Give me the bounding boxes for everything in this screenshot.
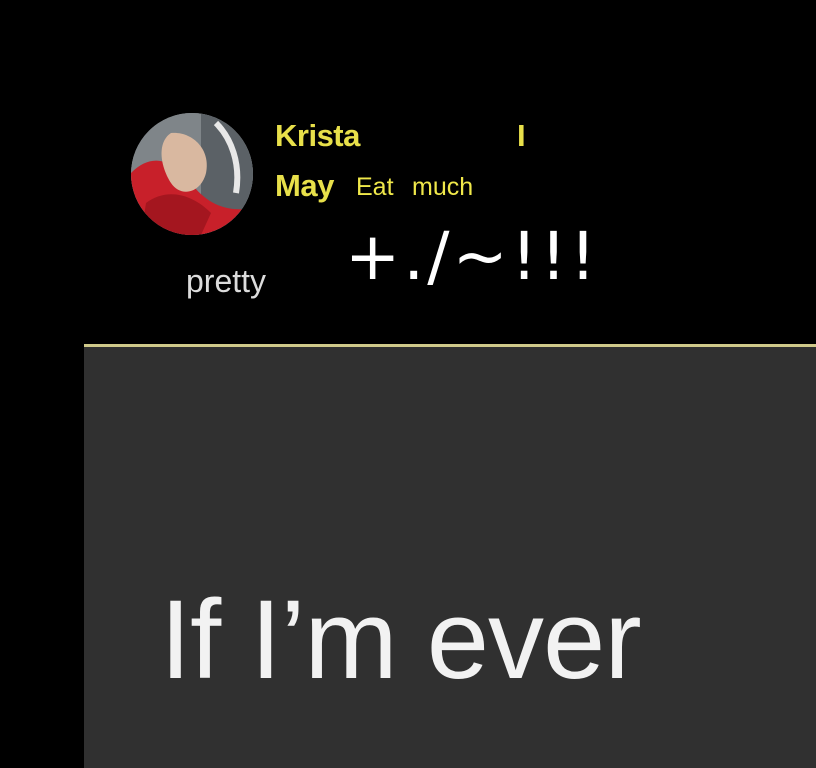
profile-photo-icon <box>131 113 253 235</box>
avatar[interactable] <box>131 113 253 235</box>
caption-pretty: pretty <box>186 263 267 299</box>
post-text: If I’m ever <box>160 577 642 702</box>
caption-word-much: much <box>412 173 474 201</box>
post-card[interactable]: If I’m ever <box>84 347 816 768</box>
text-cursor-mark: I <box>517 118 526 153</box>
post-month: May <box>275 168 334 203</box>
symbols-caption: +./~!!! <box>345 218 600 295</box>
user-name: Krista <box>275 118 360 153</box>
caption-word-eat: Eat <box>356 173 394 201</box>
